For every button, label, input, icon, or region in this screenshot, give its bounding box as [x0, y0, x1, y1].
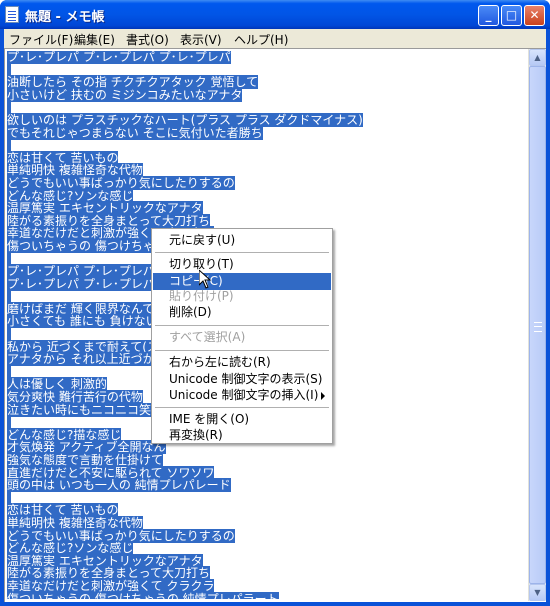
- separator: [155, 252, 329, 253]
- menu-bar: ファイル(F) 編集(E) 書式(O) 表示(V) ヘルプ(H): [4, 29, 546, 48]
- close-button[interactable]: ✕: [524, 5, 545, 26]
- ctx-show-unicode[interactable]: Unicode 制御文字の表示(S): [153, 371, 331, 388]
- selected-text: でもそれじゃつまらない そこに気付いた者勝ち: [7, 125, 263, 140]
- grip-icon: [534, 322, 542, 332]
- window-title: 無題 - メモ帳: [25, 10, 105, 25]
- selected-text: アナタから それ以上近づかれ: [7, 352, 167, 367]
- text-line: 強気な態度で言動を仕掛けて: [7, 453, 527, 467]
- selected-text: 強気な態度で言動を仕掛けて: [7, 453, 164, 467]
- scrollbar-thumb[interactable]: [529, 66, 546, 584]
- text-line: 欲しいのは プラスチックなハート(プラス プラス ダクドマイナス): [7, 112, 527, 127]
- text-line: [7, 138, 527, 153]
- context-menu: 元に戻す(U) 切り取り(T) コピー(C) 貼り付け(P) 削除(D) すべて…: [151, 228, 333, 444]
- ctx-select-all[interactable]: すべて選択(A): [153, 329, 331, 346]
- minimize-button[interactable]: _: [478, 5, 499, 26]
- menu-file[interactable]: ファイル(F): [9, 31, 73, 48]
- ctx-rtl-reading[interactable]: 右から左に読む(R): [153, 354, 331, 371]
- notepad-window: 無題 - メモ帳 _ □ ✕ ファイル(F) 編集(E) 書式(O) 表示(V)…: [0, 0, 550, 606]
- maximize-button[interactable]: □: [501, 5, 522, 26]
- selected-text: 小さいけど 扶むの ミジンコみたいなアナタ: [7, 87, 243, 102]
- selected-text: 頭の中は いつも一人の 純情プレパレード: [7, 478, 231, 493]
- text-line: でもそれじゃつまらない そこに気付いた者勝ち: [7, 125, 527, 140]
- selected-text: どうでもいい事ばっかり気にしたりするの: [7, 175, 235, 190]
- menu-help[interactable]: ヘルプ(H): [234, 31, 288, 48]
- text-line: 小さいけど 扶むの ミジンコみたいなアナタ: [7, 87, 527, 102]
- text-line: 頭の中は いつも一人の 純情プレパレード: [7, 478, 527, 493]
- submenu-arrow-icon: [321, 392, 325, 400]
- selected-text: 欲しいのは プラスチックなハート(プラス プラス ダクドマイナス): [7, 112, 363, 127]
- vertical-scrollbar[interactable]: ▲ ▼: [528, 49, 546, 601]
- text-line: 幸道なだけだと刺激が強くて クラクラ: [7, 578, 527, 593]
- ctx-paste[interactable]: 貼り付け(P): [153, 288, 331, 305]
- text-line: 油断したら その指 チクチクアタック 覚悟して: [7, 75, 527, 90]
- ctx-cut[interactable]: 切り取り(T): [153, 256, 331, 273]
- selected-text: 小さくても 誰にも 負けない何: [7, 314, 170, 329]
- separator: [155, 325, 329, 326]
- title-bar[interactable]: 無題 - メモ帳 _ □ ✕: [0, 0, 550, 29]
- separator: [155, 407, 329, 408]
- scroll-down-arrow-icon[interactable]: ▼: [529, 584, 546, 601]
- ctx-insert-unicode-label: Unicode 制御文字の挿入(I): [169, 388, 319, 402]
- menu-edit[interactable]: 編集(E): [74, 31, 115, 48]
- ctx-insert-unicode[interactable]: Unicode 制御文字の挿入(I): [153, 387, 331, 404]
- selected-text: [7, 327, 11, 342]
- selected-text: 傷ついちゃうの 傷つけちゃうの 純情プレパラート: [7, 591, 279, 599]
- menu-view[interactable]: 表示(V): [180, 31, 222, 48]
- text-line: 温厚篤実 エキセントリックなアナタ: [7, 201, 527, 216]
- ctx-open-ime[interactable]: IME を開く(O): [153, 411, 331, 428]
- text-line: どうでもいい事ばっかり気にしたりするの: [7, 175, 527, 190]
- mouse-cursor-icon: [199, 270, 211, 289]
- scroll-up-arrow-icon[interactable]: ▲: [529, 49, 546, 66]
- selected-text: 幸道なだけだと刺激が強くて クラクラ: [7, 578, 215, 593]
- text-line: どんな感じ?ソンな感じ: [7, 541, 527, 556]
- selected-text: 単純明快 複雑怪奇な代物: [7, 515, 143, 530]
- selected-text: 泣きたい時にもニコニコ笑った: [7, 402, 176, 417]
- separator: [155, 350, 329, 351]
- text-line: プ･レ･プレパ プ･レ･プレパ プ･レ･プレパ: [7, 51, 527, 64]
- selected-text: プ･レ･プレパ プ･レ･プレパ: [7, 264, 155, 279]
- ctx-reconvert[interactable]: 再変換(R): [153, 427, 331, 444]
- ctx-undo[interactable]: 元に戻す(U): [153, 232, 331, 249]
- selected-text: 気分爽快 難行苦行の代物: [7, 390, 143, 405]
- menu-format[interactable]: 書式(O): [126, 31, 169, 48]
- notepad-icon[interactable]: [5, 6, 19, 23]
- text-line: 傷ついちゃうの 傷つけちゃうの 純情プレパラート: [7, 591, 527, 599]
- text-line: 単純明快 複雑怪奇な代物: [7, 515, 527, 530]
- selected-text: プ･レ･プレパ プ･レ･プレパ: [7, 276, 155, 291]
- ctx-delete[interactable]: 削除(D): [153, 304, 331, 321]
- selected-text: プ･レ･プレパ プ･レ･プレパ プ･レ･プレパ: [7, 51, 231, 64]
